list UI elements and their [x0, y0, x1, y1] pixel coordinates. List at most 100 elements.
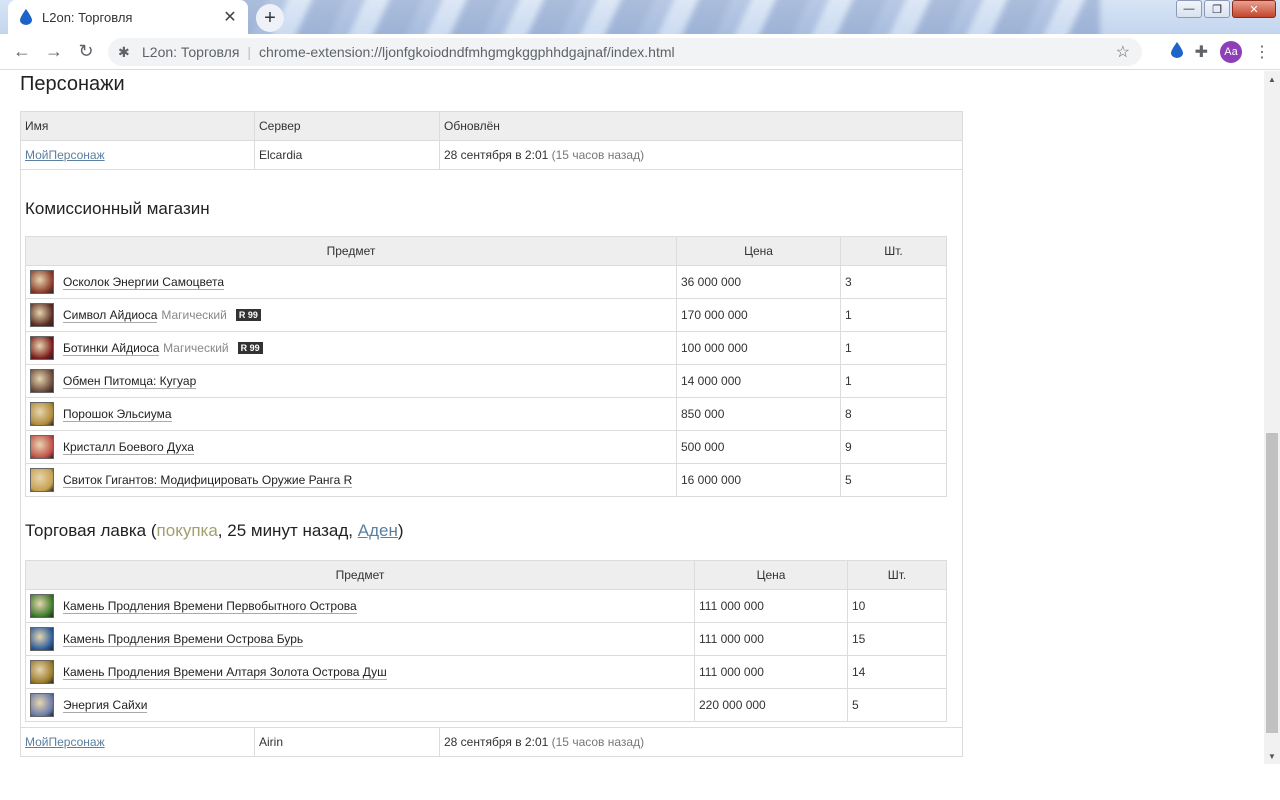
table-row: Символ Айдиоса Магический R 99 170 000 000 1: [25, 298, 947, 332]
shop-table: Предмет Цена Шт. Камень Продления Времен…: [25, 560, 947, 722]
item-icon[interactable]: [30, 435, 54, 459]
item-cell: Камень Продления Времени Острова Бурь: [25, 622, 695, 656]
address-bar[interactable]: ✱ L2on: Торговля | chrome-extension://lj…: [108, 38, 1142, 66]
price-cell: 111 000 000: [694, 589, 848, 623]
table-row: Энергия Сайхи 220 000 000 5: [25, 688, 947, 722]
table-header: Предмет Цена Шт.: [25, 560, 947, 590]
water-drop-icon[interactable]: [1170, 41, 1183, 63]
item-icon[interactable]: [30, 693, 54, 717]
item-link[interactable]: Ботинки Айдиоса: [63, 341, 160, 356]
item-link[interactable]: Энергия Сайхи: [63, 698, 148, 713]
character-link[interactable]: МойПерсонаж: [25, 148, 105, 162]
window-titlebar: L2on: Торговля ✕ + — ❐ ✕: [0, 0, 1280, 34]
item-icon[interactable]: [30, 336, 54, 360]
qty-cell: 5: [840, 463, 947, 497]
extensions-icon[interactable]: ✚: [1195, 42, 1208, 62]
item-icon[interactable]: [30, 468, 54, 492]
item-icon[interactable]: [30, 627, 54, 651]
item-link[interactable]: Символ Айдиоса: [63, 308, 158, 323]
new-tab-button[interactable]: +: [256, 4, 284, 32]
qty-cell: 15: [847, 622, 947, 656]
qty-cell: 1: [840, 331, 947, 365]
rank-badge: R 99: [235, 309, 261, 321]
price-cell: 111 000 000: [694, 622, 848, 656]
back-icon[interactable]: ←: [6, 36, 38, 68]
price-cell: 36 000 000: [676, 265, 841, 299]
character-link[interactable]: МойПерсонаж: [25, 735, 105, 749]
table-header: Имя Сервер Обновлён: [20, 111, 963, 141]
avatar[interactable]: Aa: [1220, 41, 1242, 63]
col-name: Имя: [20, 111, 255, 141]
restore-button[interactable]: ❐: [1204, 0, 1230, 18]
price-cell: 16 000 000: [676, 463, 841, 497]
item-icon[interactable]: [30, 270, 54, 294]
reload-icon[interactable]: ↻: [70, 36, 102, 68]
scroll-down-icon[interactable]: ▼: [1264, 748, 1280, 764]
updated-ago: (15 часов назад): [551, 735, 645, 749]
characters-table-continued: МойПерсонаж Airin 28 сентября в 2:01 (15…: [20, 727, 963, 757]
server-cell: Elcardia: [254, 140, 440, 170]
minimize-button[interactable]: —: [1176, 0, 1202, 18]
item-link[interactable]: Порошок Эльсиума: [63, 407, 172, 422]
commission-table: Предмет Цена Шт. Осколок Энергии Самоцве…: [25, 236, 947, 497]
browser-tab[interactable]: L2on: Торговля ✕: [8, 0, 248, 34]
item-icon[interactable]: [30, 369, 54, 393]
close-window-button[interactable]: ✕: [1232, 0, 1276, 18]
item-cell: Кристалл Боевого Духа: [25, 430, 677, 464]
page-scrollbar[interactable]: ▲ ▼: [1264, 71, 1280, 764]
scrollbar-thumb[interactable]: [1266, 433, 1278, 733]
page-content: Персонажи Имя Сервер Обновлён МойПерсона…: [0, 71, 1264, 800]
qty-cell: 9: [840, 430, 947, 464]
table-row: Камень Продления Времени Первобытного Ос…: [25, 589, 947, 623]
rank-badge: R 99: [237, 342, 263, 354]
item-icon[interactable]: [30, 402, 54, 426]
tab-close-icon[interactable]: ✕: [222, 7, 238, 27]
price-cell: 850 000: [676, 397, 841, 431]
col-item: Предмет: [25, 560, 695, 590]
col-price: Цена: [676, 236, 841, 266]
qty-cell: 5: [847, 688, 947, 722]
item-link[interactable]: Кристалл Боевого Духа: [63, 440, 194, 455]
price-cell: 100 000 000: [676, 331, 841, 365]
col-server: Сервер: [254, 111, 440, 141]
table-row: Порошок Эльсиума 850 000 8: [25, 397, 947, 431]
item-link[interactable]: Осколок Энергии Самоцвета: [63, 275, 225, 290]
item-icon[interactable]: [30, 594, 54, 618]
puzzle-icon: ✱: [118, 43, 130, 60]
table-row: МойПерсонаж Elcardia 28 сентября в 2:01 …: [20, 140, 963, 170]
item-link[interactable]: Камень Продления Времени Острова Бурь: [63, 632, 304, 647]
item-cell: Камень Продления Времени Алтаря Золота О…: [25, 655, 695, 689]
commission-title: Комиссионный магазин: [25, 199, 210, 218]
shop-title-prefix: Торговая лавка (: [25, 521, 157, 540]
menu-dots-icon[interactable]: ⋮: [1254, 42, 1270, 62]
item-grade: Магический: [161, 308, 227, 322]
url-text: chrome-extension://ljonfgkoiodndfmhgmgkg…: [259, 44, 675, 60]
shop-city-link[interactable]: Аден: [358, 521, 398, 540]
updated-cell: 28 сентября в 2:01 (15 часов назад): [439, 140, 963, 170]
item-cell: Энергия Сайхи: [25, 688, 695, 722]
col-updated: Обновлён: [439, 111, 963, 141]
updated-ago: (15 часов назад): [551, 148, 645, 162]
item-link[interactable]: Свиток Гигантов: Модифицировать Оружие Р…: [63, 473, 353, 488]
browser-toolbar: ← → ↻ ✱ L2on: Торговля | chrome-extensio…: [0, 34, 1280, 70]
item-link[interactable]: Камень Продления Времени Первобытного Ос…: [63, 599, 357, 614]
item-icon[interactable]: [30, 303, 54, 327]
col-qty: Шт.: [840, 236, 947, 266]
item-cell: Ботинки Айдиоса Магический R 99: [25, 331, 677, 365]
qty-cell: 1: [840, 298, 947, 332]
forward-icon[interactable]: →: [38, 36, 70, 68]
characters-table: Имя Сервер Обновлён МойПерсонаж Elcardia…: [20, 111, 963, 170]
updated-date: 28 сентября в 2:01: [444, 735, 549, 749]
bookmark-star-icon[interactable]: ☆: [1116, 42, 1130, 62]
table-row: Камень Продления Времени Острова Бурь 111…: [25, 622, 947, 656]
item-link[interactable]: Обмен Питомца: Кугуар: [63, 374, 197, 389]
qty-cell: 1: [840, 364, 947, 398]
item-cell: Символ Айдиоса Магический R 99: [25, 298, 677, 332]
col-price: Цена: [694, 560, 848, 590]
scroll-up-icon[interactable]: ▲: [1264, 71, 1280, 87]
price-cell: 500 000: [676, 430, 841, 464]
item-icon[interactable]: [30, 660, 54, 684]
shop-title-suffix: ): [397, 521, 404, 540]
item-link[interactable]: Камень Продления Времени Алтаря Золота О…: [63, 665, 387, 680]
updated-date: 28 сентября в 2:01: [444, 148, 549, 162]
